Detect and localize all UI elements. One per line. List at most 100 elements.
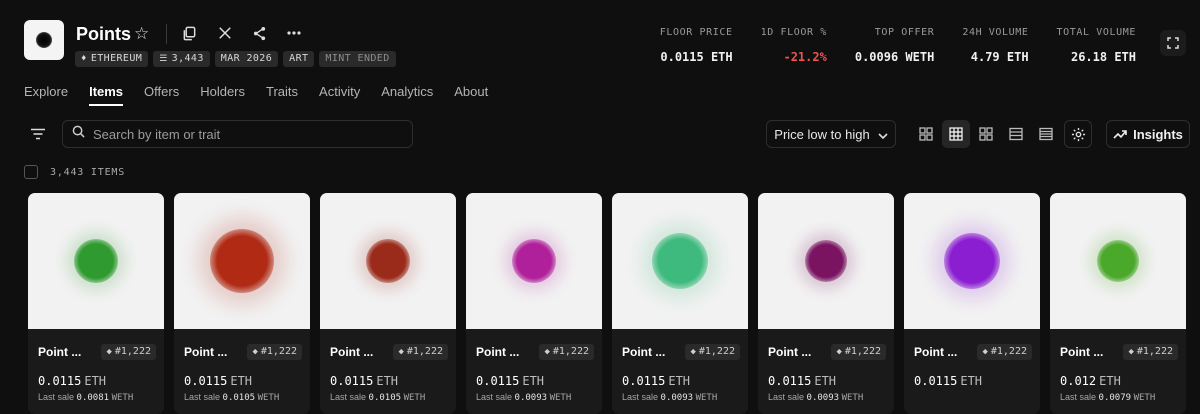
view-mosaic-icon[interactable] <box>972 120 1000 148</box>
item-artwork <box>944 233 1000 289</box>
diamond-icon: ◆ <box>690 347 696 357</box>
tab-items[interactable]: Items <box>89 84 124 106</box>
view-list-icon[interactable] <box>1002 120 1030 148</box>
view-table-icon[interactable] <box>1032 120 1060 148</box>
item-last-sale: Last sale 0.0105 WETH <box>184 392 279 403</box>
search-icon <box>72 125 85 143</box>
item-price: 0.0115 ETH <box>38 374 106 388</box>
item-card[interactable]: Point ... ◆ #1,222 0.0115 ETH Last sale 0.009… <box>466 193 602 414</box>
view-grid-icon[interactable] <box>942 120 970 148</box>
diamond-icon: ◆ <box>982 347 988 357</box>
search-field[interactable] <box>62 120 413 148</box>
collection-avatar <box>24 20 64 60</box>
filter-button[interactable] <box>24 120 52 148</box>
item-card[interactable]: Point ... ◆ #1,222 0.0115 ETH <box>904 193 1040 414</box>
last-sale-label: Last sale <box>476 392 513 402</box>
items-toolbar: Price low to high Insights <box>0 120 1200 150</box>
view-large-grid-icon[interactable] <box>912 120 940 148</box>
item-card[interactable]: Point ... ◆ #1,222 0.0115 ETH Last sale 0.009… <box>612 193 748 414</box>
collection-stats: FLOOR PRICE 0.0115 ETH 1D FLOOR % -21.2% TOP… <box>632 27 1136 64</box>
item-image[interactable] <box>320 193 456 329</box>
item-price: 0.0115 ETH <box>622 374 690 388</box>
collection-header: Points ☆ ♦ ETHEREUM ☰ 3,443 MAR 2026 ART MINT … <box>0 0 1200 74</box>
last-sale-label: Last sale <box>330 392 367 402</box>
collection-tag[interactable]: ☰ 3,443 <box>153 51 210 67</box>
item-artwork <box>805 240 847 282</box>
item-number-badge: ◆ #1,222 <box>101 344 156 360</box>
tab-activity[interactable]: Activity <box>319 84 360 106</box>
insights-button[interactable]: Insights <box>1106 120 1190 148</box>
item-price-value: 0.0115 <box>768 374 812 388</box>
tab-explore[interactable]: Explore <box>24 84 68 106</box>
search-input[interactable] <box>93 126 393 142</box>
item-number: #1,222 <box>114 346 151 357</box>
item-price-value: 0.0115 <box>476 374 520 388</box>
eth-icon: ♦ <box>81 54 87 64</box>
item-image[interactable] <box>466 193 602 329</box>
item-image[interactable] <box>174 193 310 329</box>
item-artwork <box>74 239 118 283</box>
share-icon[interactable] <box>248 22 270 44</box>
stat-block: 1D FLOOR % -21.2% <box>761 27 827 64</box>
item-price: 0.0115 ETH <box>914 374 982 388</box>
tab-holders[interactable]: Holders <box>200 84 245 106</box>
tab-analytics[interactable]: Analytics <box>381 84 433 106</box>
last-sale-value: 0.0093 <box>514 393 548 403</box>
item-image[interactable] <box>904 193 1040 329</box>
item-name: Point ... <box>622 345 666 359</box>
stat-block: TOTAL VOLUME 26.18 ETH <box>1057 27 1136 64</box>
select-all-checkbox[interactable] <box>24 165 38 179</box>
item-artwork <box>210 229 274 293</box>
item-image[interactable] <box>28 193 164 329</box>
item-artwork <box>1097 240 1139 282</box>
collection-tag-label: ART <box>289 53 309 64</box>
gear-icon[interactable] <box>1064 120 1092 148</box>
collection-tag-label: MAR 2026 <box>220 53 273 64</box>
stat-block: 24H VOLUME 4.79 ETH <box>962 27 1028 64</box>
item-price-value: 0.0115 <box>330 374 374 388</box>
view-toggle <box>912 120 1060 148</box>
item-number-badge: ◆ #1,222 <box>831 344 886 360</box>
item-price-unit: ETH <box>376 374 399 388</box>
trending-icon <box>1113 127 1127 142</box>
item-card[interactable]: Point ... ◆ #1,222 0.0115 ETH Last sale 0.010… <box>320 193 456 414</box>
sort-dropdown[interactable]: Price low to high <box>766 120 896 148</box>
last-sale-value: 0.0093 <box>806 393 840 403</box>
item-last-sale: Last sale 0.0079 WETH <box>1060 392 1155 403</box>
item-price-unit: ETH <box>814 374 837 388</box>
collection-tag[interactable]: ♦ ETHEREUM <box>75 51 149 67</box>
more-icon[interactable] <box>283 22 305 44</box>
last-sale-label: Last sale <box>38 392 75 402</box>
x-twitter-icon[interactable] <box>214 22 236 44</box>
item-price: 0.0115 ETH <box>184 374 252 388</box>
last-sale-value: 0.0105 <box>222 393 256 403</box>
star-icon[interactable]: ☆ <box>134 24 149 44</box>
item-image[interactable] <box>612 193 748 329</box>
item-price-value: 0.012 <box>1060 374 1097 388</box>
last-sale-label: Last sale <box>1060 392 1097 402</box>
tab-traits[interactable]: Traits <box>266 84 298 106</box>
diamond-icon: ◆ <box>1128 347 1134 357</box>
stat-label: FLOOR PRICE <box>659 27 733 38</box>
collection-tag: MINT ENDED <box>319 51 396 67</box>
stat-value: 26.18 ETH <box>1070 50 1136 64</box>
last-sale-unit: WETH <box>841 393 864 403</box>
item-card[interactable]: Point ... ◆ #1,222 0.012 ETH Last sale 0.0079… <box>1050 193 1186 414</box>
item-image[interactable] <box>758 193 894 329</box>
expand-icon[interactable] <box>1160 30 1186 56</box>
item-card[interactable]: Point ... ◆ #1,222 0.0115 ETH Last sale 0.010… <box>174 193 310 414</box>
collection-tag-label: 3,443 <box>171 53 204 64</box>
last-sale-unit: WETH <box>403 393 426 403</box>
sort-label: Price low to high <box>774 126 870 142</box>
item-price-value: 0.0115 <box>184 374 228 388</box>
tab-about[interactable]: About <box>454 84 488 106</box>
item-last-sale: Last sale 0.0093 WETH <box>622 392 717 403</box>
items-count: 3,443 ITEMS <box>50 166 126 178</box>
tab-offers[interactable]: Offers <box>144 84 179 106</box>
item-card[interactable]: Point ... ◆ #1,222 0.0115 ETH Last sale 0.008… <box>28 193 164 414</box>
copy-icon[interactable] <box>178 22 200 44</box>
item-price: 0.0115 ETH <box>330 374 398 388</box>
item-card[interactable]: Point ... ◆ #1,222 0.0115 ETH Last sale 0.009… <box>758 193 894 414</box>
item-last-sale: Last sale 0.0081 WETH <box>38 392 133 403</box>
item-image[interactable] <box>1050 193 1186 329</box>
